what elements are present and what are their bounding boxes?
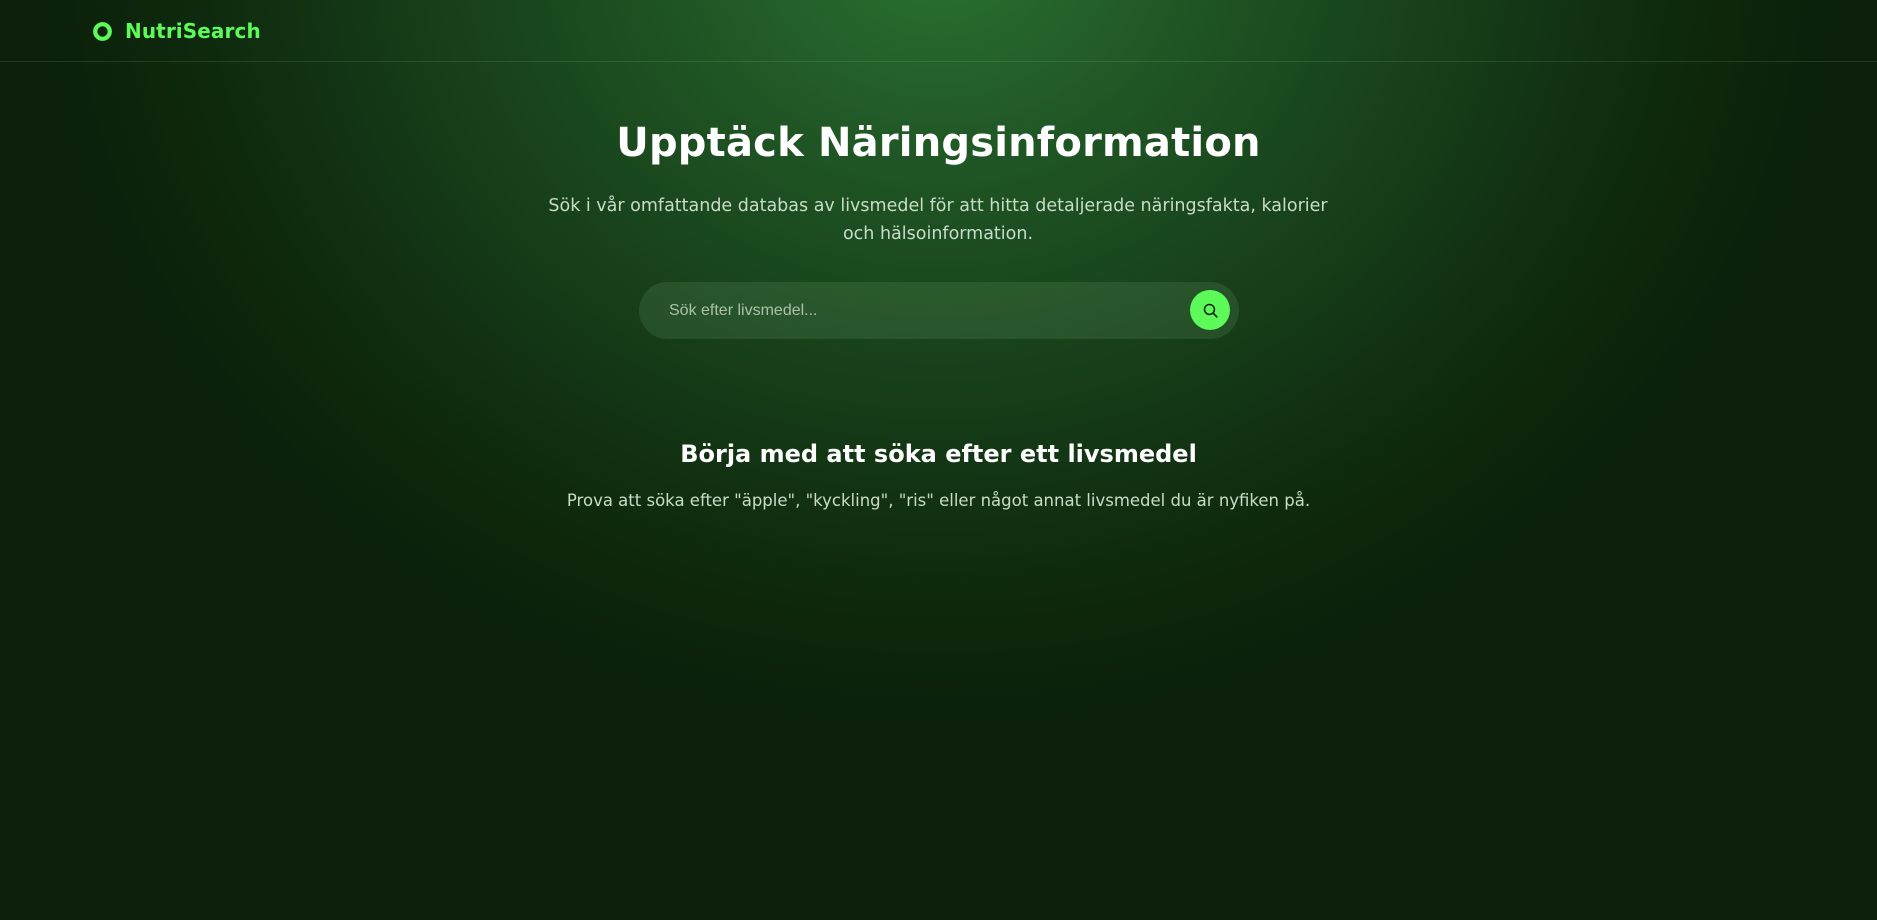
empty-state-title: Börja med att söka efter ett livsmedel [680, 440, 1197, 468]
ring-logo-icon [93, 21, 112, 41]
page-subtitle: Sök i vår omfattande databas av livsmede… [548, 196, 1328, 244]
brand-home-link[interactable]: NutriSearch [92, 17, 261, 45]
search-button[interactable] [1190, 290, 1230, 330]
search-bar [639, 282, 1239, 339]
page-title: Upptäck Näringsinformation [616, 120, 1261, 166]
brand-name: NutriSearch [125, 19, 261, 43]
top-navigation-bar: NutriSearch [0, 0, 1877, 62]
search-icon [1203, 303, 1218, 318]
empty-state-hint: Prova att söka efter "äpple", "kyckling"… [566, 491, 1311, 510]
search-input[interactable] [669, 282, 1189, 339]
